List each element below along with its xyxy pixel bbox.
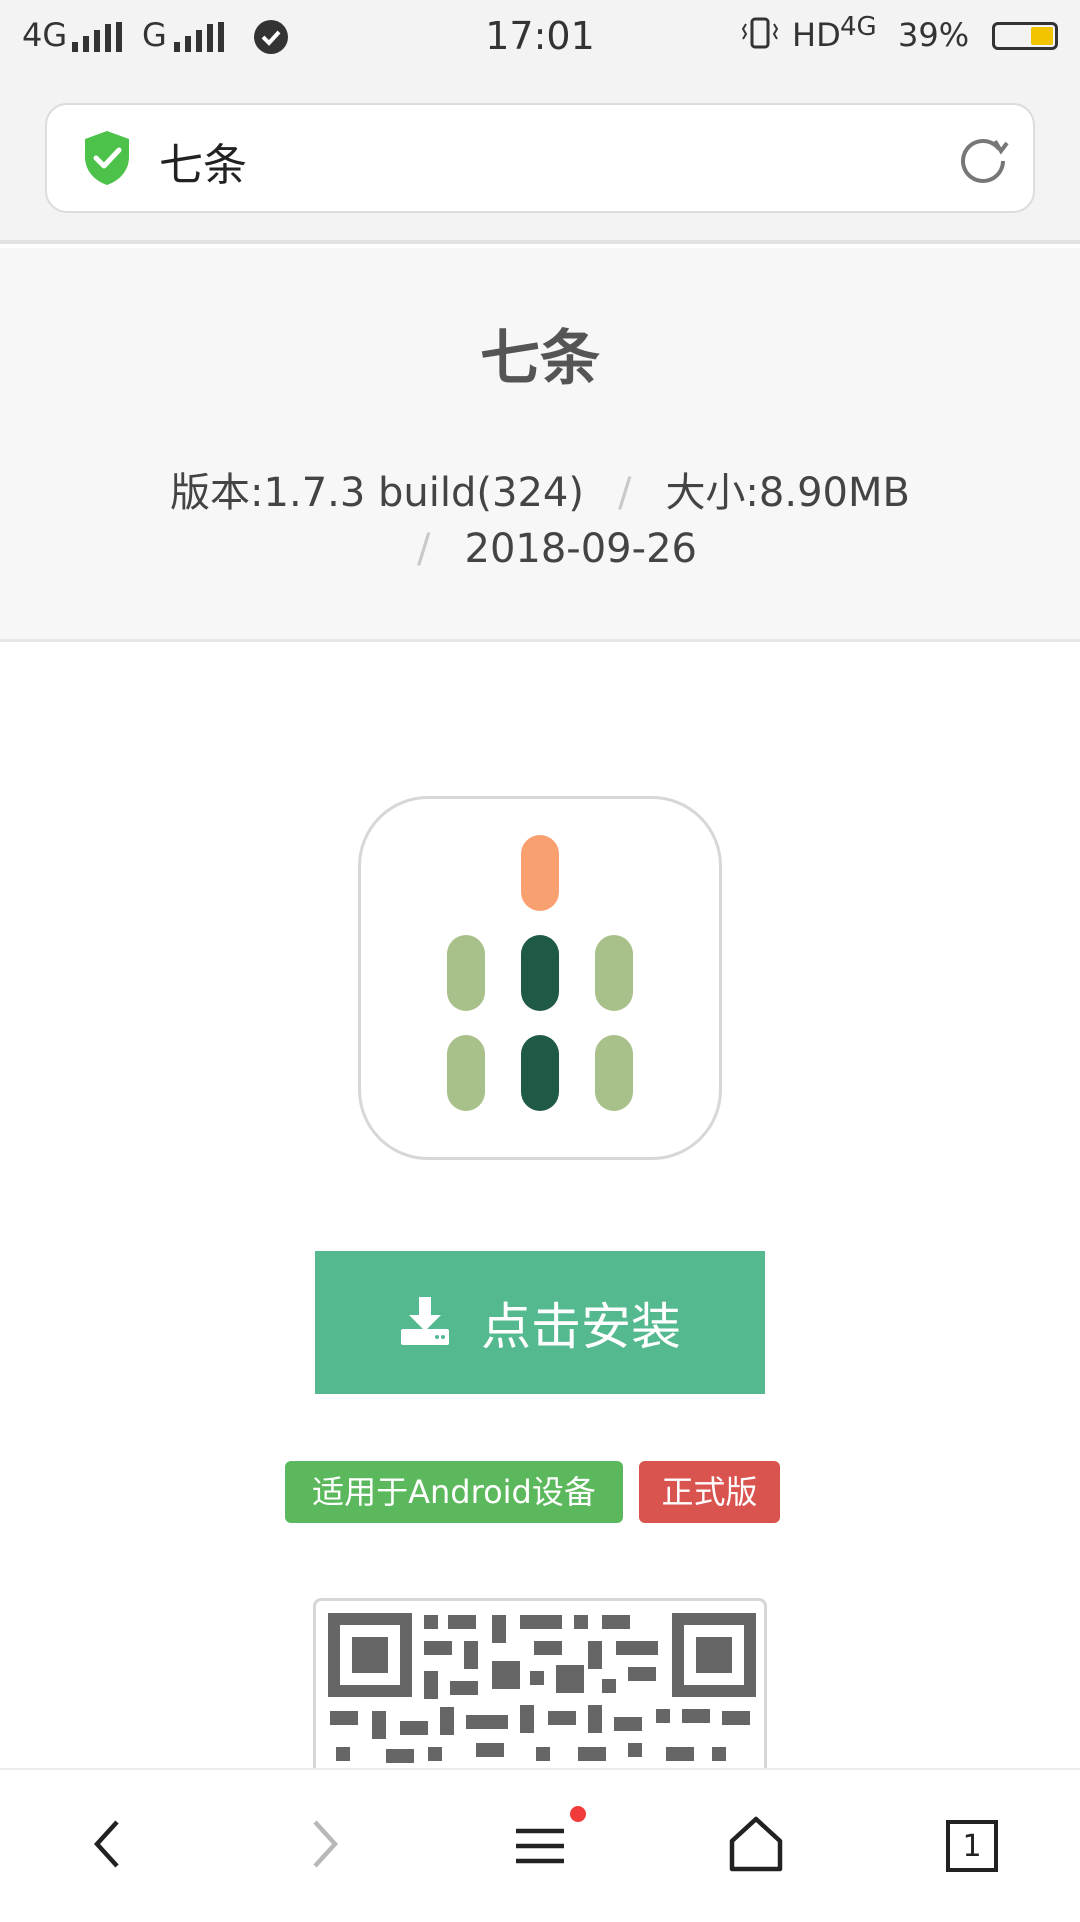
tabs-button[interactable]: 1 <box>864 1770 1080 1922</box>
back-icon <box>83 1814 133 1878</box>
menu-icon <box>512 1821 568 1871</box>
icon-pill <box>595 1035 633 1111</box>
install-label: 点击安装 <box>481 1297 681 1356</box>
shield-check-icon <box>81 129 133 191</box>
release-badge: 正式版 <box>639 1461 780 1523</box>
icon-pill <box>521 1035 559 1111</box>
download-icon <box>399 1295 451 1351</box>
platform-badge: 适用于Android设备 <box>285 1461 623 1523</box>
icon-pill <box>521 935 559 1011</box>
browser-toolbar: 七条 <box>0 78 1080 244</box>
icon-pill <box>447 935 485 1011</box>
network-type-right: 4G <box>840 12 877 42</box>
app-icon <box>358 796 722 1160</box>
menu-button[interactable] <box>432 1770 648 1922</box>
tabs-icon: 1 <box>946 1820 998 1872</box>
icon-pill <box>447 1035 485 1111</box>
tab-count: 1 <box>962 1828 982 1864</box>
home-icon <box>726 1815 786 1877</box>
battery-icon <box>992 22 1058 50</box>
app-info-header: 七条 版本:1.7.3 build(324) / 大小:8.90MB / 2018-0… <box>0 248 1080 642</box>
app-date: 2018-09-26 <box>464 526 697 572</box>
hd-indicator: HD <box>792 16 841 54</box>
home-button[interactable] <box>648 1770 864 1922</box>
forward-button[interactable] <box>216 1770 432 1922</box>
install-button[interactable]: 点击安装 <box>315 1251 765 1394</box>
notification-dot <box>570 1806 586 1822</box>
icon-pill <box>595 935 633 1011</box>
app-meta-line-2: / 2018-09-26 <box>0 526 1080 572</box>
address-bar[interactable]: 七条 <box>45 103 1035 213</box>
app-meta-line-1: 版本:1.7.3 build(324) / 大小:8.90MB <box>0 460 1080 518</box>
app-title: 七条 <box>480 324 600 394</box>
back-button[interactable] <box>0 1770 216 1922</box>
app-version: 版本:1.7.3 build(324) <box>170 470 584 516</box>
url-text[interactable]: 七条 <box>159 129 247 193</box>
vibrate-icon <box>740 16 780 58</box>
status-bar: 4G G 17:01 HD 4G 39% <box>0 0 1080 78</box>
icon-pill <box>521 835 559 911</box>
meta-separator: / <box>417 526 431 572</box>
app-size: 大小:8.90MB <box>665 470 910 516</box>
reload-icon[interactable] <box>955 131 1011 191</box>
meta-separator: / <box>617 470 632 516</box>
bottom-navigation: 1 <box>0 1768 1080 1920</box>
qr-code <box>313 1598 767 1768</box>
forward-icon <box>299 1814 349 1878</box>
battery-percent: 39% <box>898 16 970 54</box>
